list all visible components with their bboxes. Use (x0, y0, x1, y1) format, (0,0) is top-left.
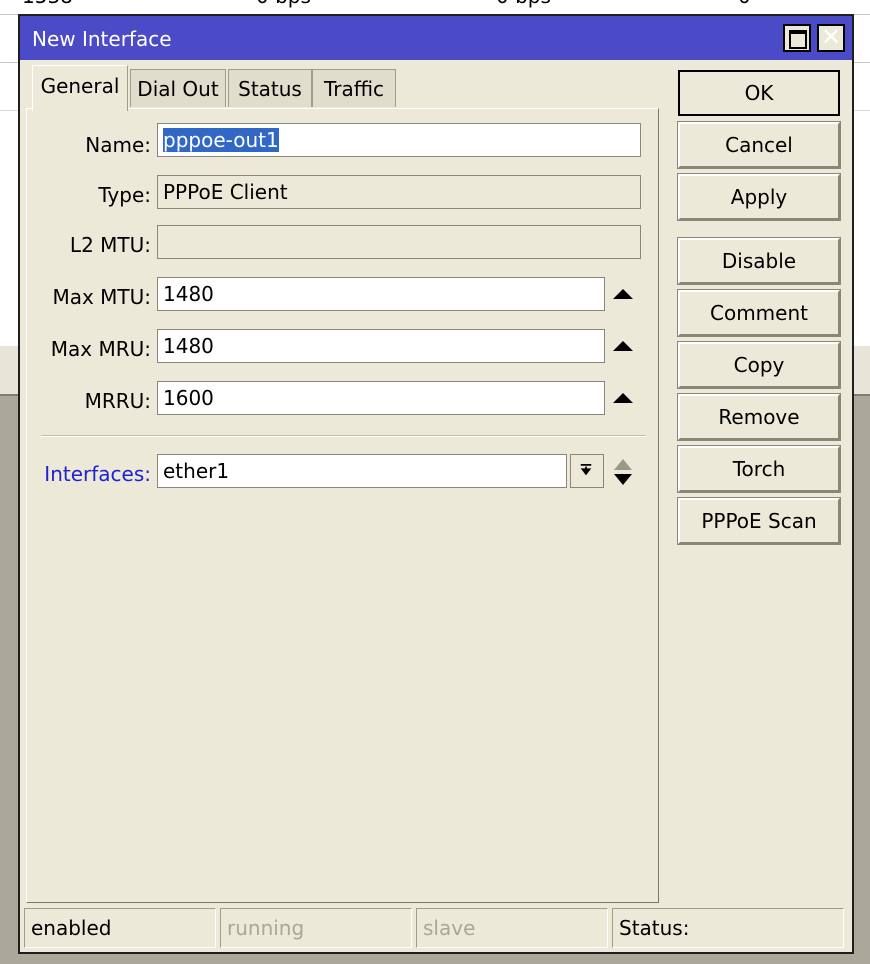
general-panel: Name: pppoe-out1 Type: PPPoE Client L2 M… (26, 108, 659, 903)
max-mtu-label: Max MTU: (52, 285, 151, 309)
tab-traffic[interactable]: Traffic (312, 69, 396, 107)
name-input[interactable]: pppoe-out1 (157, 123, 641, 157)
close-button[interactable]: ✕ (817, 23, 845, 52)
window-title: New Interface (32, 27, 172, 51)
maximize-icon (789, 30, 807, 49)
table-cell: 1538 (22, 0, 73, 8)
interfaces-label[interactable]: Interfaces: (27, 462, 151, 486)
interfaces-select[interactable]: ether1 (157, 454, 567, 488)
l2mtu-label: L2 MTU: (69, 233, 151, 257)
tab-status[interactable]: Status (228, 69, 312, 107)
cancel-button[interactable]: Cancel (677, 121, 841, 169)
tab-general[interactable]: General (32, 65, 128, 111)
type-label: Type: (98, 183, 151, 207)
table-row[interactable]: 1538 0 bps 0 bps 0 (0, 0, 870, 15)
copy-button[interactable]: Copy (677, 341, 841, 389)
remove-button[interactable]: Remove (677, 393, 841, 441)
max-mru-label: Max MRU: (50, 337, 151, 361)
disable-button[interactable]: Disable (677, 237, 841, 285)
max-mtu-input[interactable]: 1480 (157, 277, 605, 311)
close-icon: ✕ (820, 23, 842, 51)
titlebar[interactable]: New Interface ✕ (20, 16, 852, 60)
table-cell: 0 bps (496, 0, 551, 8)
ok-button[interactable]: OK (678, 70, 840, 116)
table-cell: 0 (738, 0, 751, 8)
caret-up-icon[interactable] (613, 393, 633, 403)
status-running: running (220, 908, 412, 948)
table-cell: 0 bps (256, 0, 311, 8)
status-slave: slave (416, 908, 608, 948)
type-field: PPPoE Client (157, 175, 641, 209)
comment-button[interactable]: Comment (677, 289, 841, 337)
mrru-label: MRRU: (84, 389, 151, 413)
name-label: Name: (85, 133, 151, 157)
dropdown-arrow-icon (580, 464, 592, 476)
l2mtu-field (157, 225, 641, 259)
status-text: Status: (612, 908, 844, 948)
pppoe-scan-button[interactable]: PPPoE Scan (677, 497, 841, 545)
maximize-button[interactable] (783, 24, 811, 52)
new-interface-dialog: New Interface ✕ General Dial Out Status … (18, 14, 854, 954)
interfaces-dropdown-button[interactable] (570, 454, 604, 488)
torch-button[interactable]: Torch (677, 445, 841, 493)
section-divider (41, 435, 646, 437)
caret-up-icon[interactable] (613, 341, 633, 351)
caret-up-icon[interactable] (613, 289, 633, 299)
apply-button[interactable]: Apply (677, 173, 841, 221)
name-input-value: pppoe-out1 (163, 128, 279, 152)
up-down-arrows-icon[interactable] (613, 457, 633, 487)
status-enabled: enabled (24, 908, 216, 948)
mrru-input[interactable]: 1600 (157, 381, 605, 415)
tab-dial-out[interactable]: Dial Out (130, 69, 226, 107)
max-mru-input[interactable]: 1480 (157, 329, 605, 363)
